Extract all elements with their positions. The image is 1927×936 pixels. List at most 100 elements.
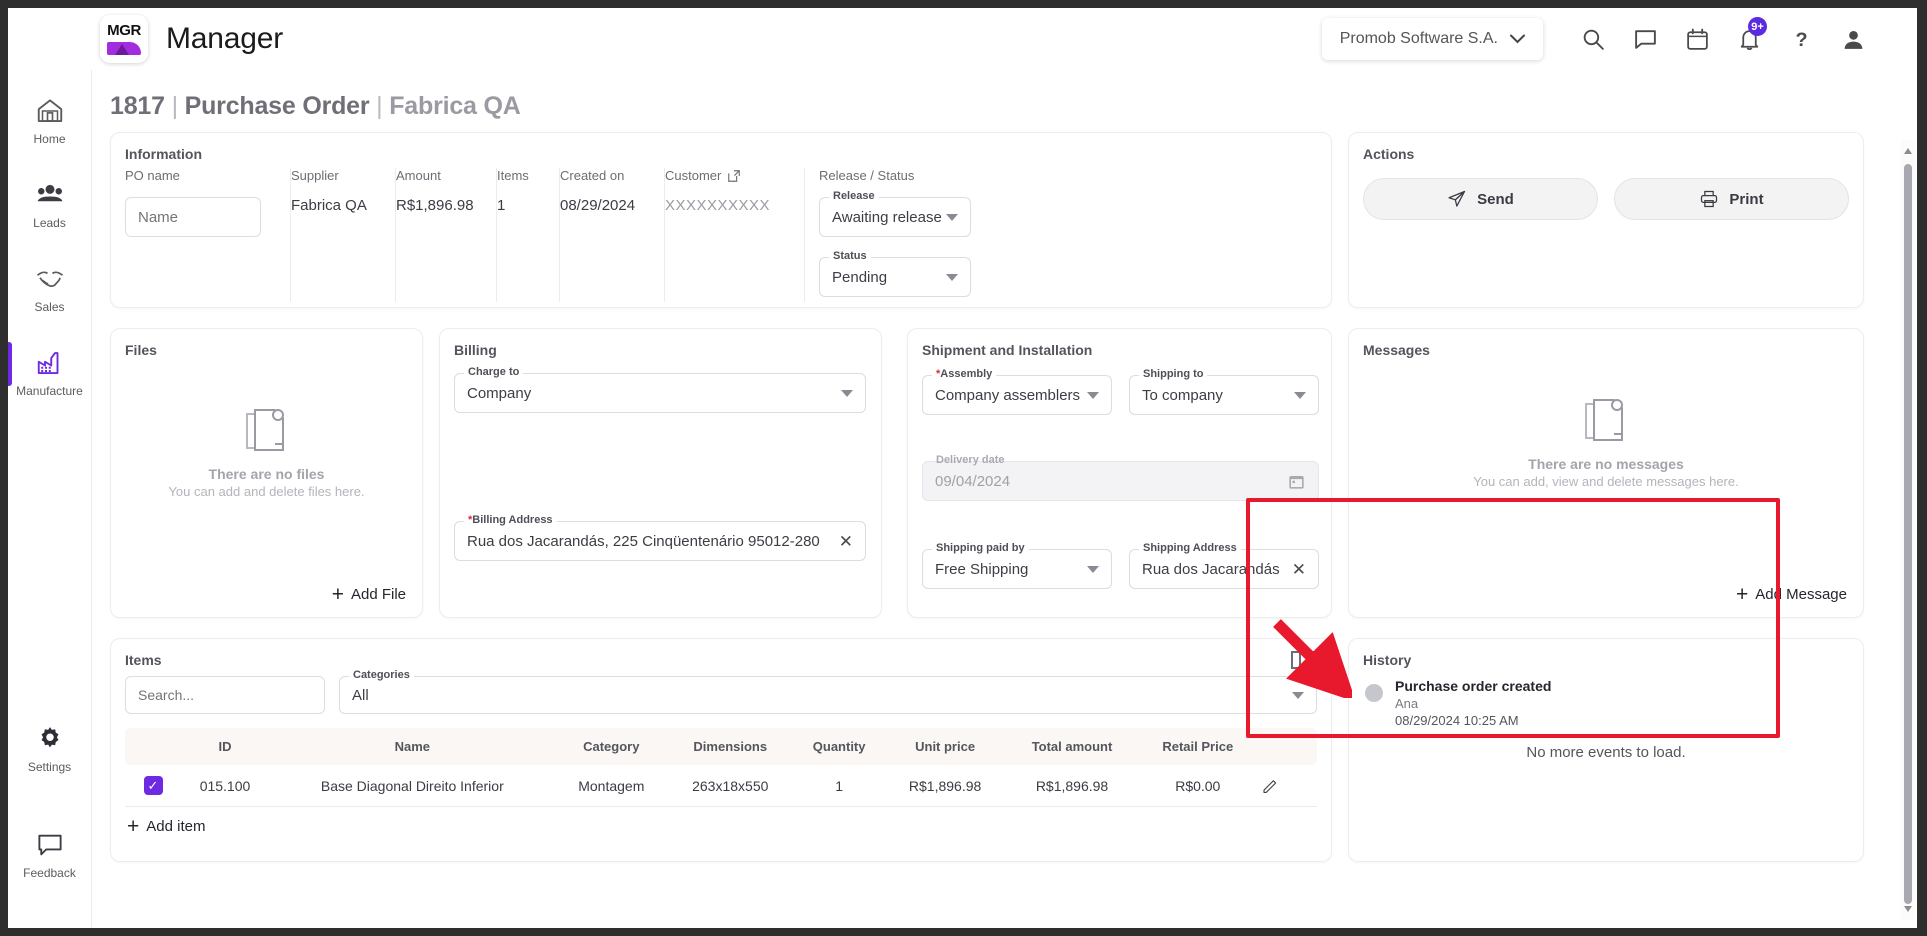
messages-empty-state: There are no messages You can add, view … bbox=[1349, 358, 1863, 528]
sidebar-item-settings[interactable]: Settings bbox=[8, 712, 92, 782]
shipping-paid-legend: Shipping paid by bbox=[932, 542, 1029, 554]
scroll-up-arrow-icon[interactable] bbox=[1904, 148, 1912, 154]
shipping-address-field[interactable]: Shipping Address Rua dos Jacarandás, 225… bbox=[1129, 542, 1319, 589]
delivery-date-field: Delivery date 09/04/2024 bbox=[922, 454, 1319, 501]
amount-value: R$1,896.98 bbox=[396, 197, 474, 214]
assembly-select[interactable]: *Assembly Company assemblers bbox=[922, 368, 1112, 415]
row-edit-cell bbox=[1257, 765, 1317, 807]
history-event-user: Ana bbox=[1395, 696, 1419, 711]
logo-tile: MGR bbox=[100, 15, 148, 63]
chevron-down-icon bbox=[1510, 34, 1525, 44]
messages-title: Messages bbox=[1363, 342, 1430, 358]
categories-legend: Categories bbox=[349, 669, 414, 681]
categories-select[interactable]: Categories All bbox=[339, 669, 1317, 714]
sidebar-item-label: Settings bbox=[27, 760, 72, 774]
header-actions: Promob Software S.A. 9+ ? bbox=[1321, 17, 1917, 61]
items-title: Items bbox=[125, 652, 162, 668]
page-body: 1817 | Purchase Order | Fabrica QA Infor… bbox=[92, 70, 1917, 928]
add-file-button[interactable]: + Add File bbox=[332, 584, 406, 605]
sidebar-item-sales[interactable]: Sales bbox=[8, 252, 92, 322]
sidebar-item-manufacture[interactable]: Manufacture bbox=[7, 336, 92, 406]
chat-icon[interactable] bbox=[1619, 17, 1671, 61]
row-total-amount: R$1,896.98 bbox=[1005, 765, 1139, 807]
clear-icon[interactable]: ✕ bbox=[839, 533, 853, 550]
add-file-label: Add File bbox=[350, 586, 406, 603]
plus-icon: + bbox=[127, 815, 140, 838]
sidebar-item-feedback[interactable]: Feedback bbox=[8, 818, 92, 888]
files-empty-title: There are no files bbox=[208, 465, 325, 482]
home-icon bbox=[37, 99, 62, 122]
col-category: Category bbox=[555, 728, 667, 765]
po-name-input[interactable] bbox=[125, 197, 261, 237]
split-view-toggle[interactable] bbox=[1291, 651, 1315, 669]
items-header-row: ID Name Category Dimensions Quantity Uni… bbox=[125, 728, 1317, 765]
charge-to-value: Company bbox=[467, 384, 532, 402]
plus-icon: + bbox=[1736, 583, 1749, 606]
billing-address-legend-text: Billing Address bbox=[472, 514, 553, 526]
sidebar-item-leads[interactable]: Leads bbox=[8, 168, 92, 238]
col-dimensions: Dimensions bbox=[666, 728, 794, 765]
scrollbar-thumb[interactable] bbox=[1904, 164, 1912, 904]
external-link-icon[interactable] bbox=[727, 169, 741, 183]
col-unit-price: Unit price bbox=[884, 728, 1006, 765]
search-input[interactable] bbox=[125, 676, 325, 714]
messages-panel: Messages There are no messages You can a… bbox=[1348, 328, 1864, 618]
sidebar-item-home[interactable]: Home bbox=[8, 84, 92, 154]
billing-address-field[interactable]: *Billing Address Rua dos Jacarandás, 225… bbox=[454, 514, 866, 561]
page-scrollbar[interactable] bbox=[1901, 140, 1915, 920]
page-title-doc-type: Purchase Order bbox=[184, 92, 370, 120]
logo-swoosh-icon bbox=[107, 42, 141, 55]
clear-icon[interactable]: ✕ bbox=[1292, 561, 1306, 578]
sidebar-item-label: Home bbox=[33, 132, 66, 146]
scroll-down-arrow-icon[interactable] bbox=[1904, 906, 1912, 912]
release-select[interactable]: Release Awaiting release bbox=[819, 190, 971, 237]
messages-empty-sub: You can add, view and delete messages he… bbox=[1473, 473, 1739, 489]
profile-icon[interactable] bbox=[1827, 17, 1879, 61]
app-title: Manager bbox=[166, 22, 284, 55]
page-title-sep-2: | bbox=[376, 92, 383, 120]
window-top-border bbox=[0, 0, 1927, 8]
info-col-po-name: PO name bbox=[125, 168, 291, 302]
print-label: Print bbox=[1729, 190, 1764, 208]
row-category: Montagem bbox=[555, 765, 667, 807]
shipping-paid-by-select[interactable]: Shipping paid by Free Shipping bbox=[922, 542, 1112, 589]
shipping-to-select[interactable]: Shipping to To company bbox=[1129, 368, 1319, 415]
status-select[interactable]: Status Pending bbox=[819, 250, 971, 297]
row-id: 015.100 bbox=[181, 765, 269, 807]
delivery-date-legend: Delivery date bbox=[936, 454, 1005, 466]
history-event-body: Purchase order created Ana 08/29/2024 10… bbox=[1395, 678, 1551, 728]
bell-icon[interactable]: 9+ bbox=[1723, 17, 1775, 61]
row-unit-price: R$1,896.98 bbox=[884, 765, 1006, 807]
add-item-button[interactable]: + Add item bbox=[111, 807, 1331, 837]
sidebar-item-label: Leads bbox=[33, 216, 66, 230]
search-icon[interactable] bbox=[1567, 17, 1619, 61]
add-message-button[interactable]: + Add Message bbox=[1736, 584, 1847, 605]
history-event-title: Purchase order created bbox=[1395, 678, 1552, 694]
app-header: MGR Manager Promob Software S.A. 9+ ? bbox=[8, 8, 1917, 70]
billing-title: Billing bbox=[454, 342, 497, 358]
table-row[interactable]: ✓ 015.100 Base Diagonal Direito Inferior… bbox=[125, 765, 1317, 807]
po-name-label: PO name bbox=[125, 168, 180, 183]
calendar-icon[interactable] bbox=[1671, 17, 1723, 61]
supplier-value: Fabrica QA bbox=[291, 197, 367, 214]
information-row: PO name Supplier Fabrica QA Amount R$1,8… bbox=[111, 162, 1331, 302]
items-count-value: 1 bbox=[497, 197, 506, 214]
print-icon bbox=[1701, 190, 1718, 208]
categories-value: All bbox=[352, 686, 369, 704]
pencil-icon[interactable] bbox=[1261, 777, 1279, 795]
col-quantity: Quantity bbox=[793, 728, 885, 765]
print-button[interactable]: Print bbox=[1614, 178, 1849, 220]
supplier-label: Supplier bbox=[291, 168, 339, 183]
created-on-label: Created on bbox=[560, 168, 625, 183]
gear-icon bbox=[41, 727, 58, 748]
assembly-legend-text: Assembly bbox=[940, 368, 993, 380]
row-checkbox[interactable]: ✓ bbox=[143, 776, 163, 795]
chevron-down-icon bbox=[1087, 391, 1099, 399]
help-icon[interactable]: ? bbox=[1775, 17, 1827, 61]
charge-to-select[interactable]: Charge to Company bbox=[454, 366, 866, 413]
assembly-value: Company assemblers bbox=[935, 386, 1081, 404]
app-logo[interactable]: MGR Manager bbox=[100, 15, 283, 63]
org-selector[interactable]: Promob Software S.A. bbox=[1321, 18, 1543, 60]
empty-documents-icon bbox=[1585, 398, 1623, 441]
send-button[interactable]: Send bbox=[1363, 178, 1598, 220]
